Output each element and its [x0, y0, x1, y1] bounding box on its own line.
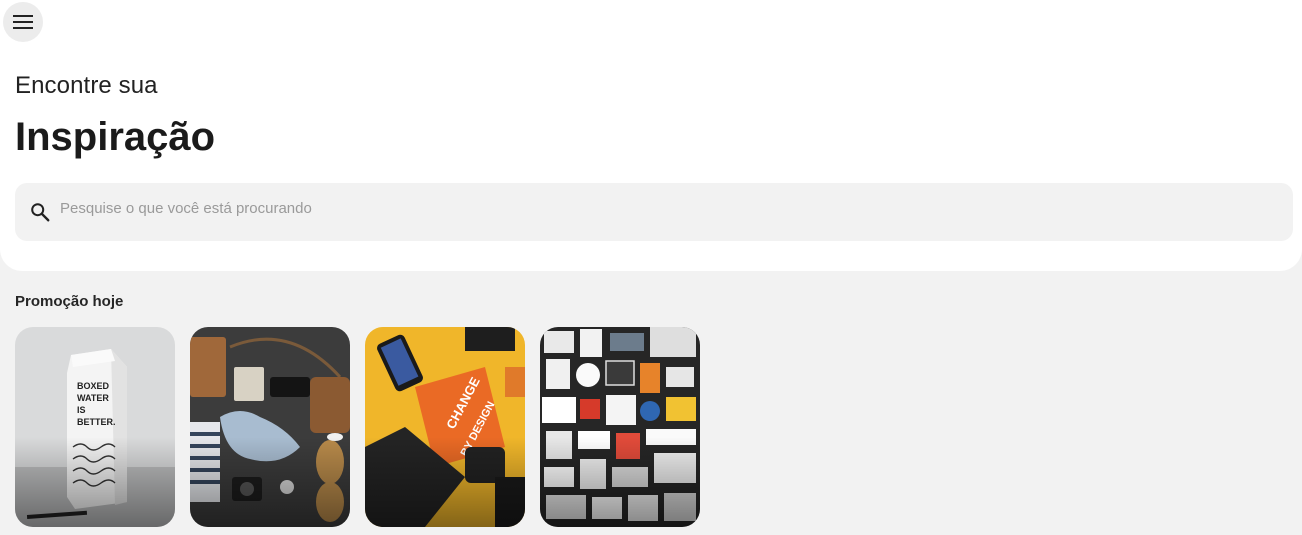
svg-text:BETTER.: BETTER. — [77, 417, 116, 427]
search-input[interactable] — [60, 183, 1270, 233]
stickers-image — [540, 327, 700, 527]
menu-icon — [13, 15, 33, 29]
boxed-water-image: BOXED WATER IS BETTER. — [15, 327, 175, 527]
accessories-image — [190, 327, 350, 527]
page-title: Inspiração — [15, 115, 216, 159]
menu-button[interactable] — [3, 2, 43, 42]
svg-text:WATER: WATER — [77, 393, 109, 403]
search-bar[interactable] — [15, 183, 1293, 241]
promotions-title: Promoção hoje — [15, 293, 124, 310]
promo-card-book[interactable]: CHANGE BY DESIGN — [365, 327, 525, 527]
page-subtitle: Encontre sua — [15, 72, 158, 99]
svg-text:BOXED: BOXED — [77, 381, 110, 391]
promotions-list: BOXED WATER IS BETTER. CHANGE BY DESIGN — [15, 327, 700, 527]
svg-text:IS: IS — [77, 405, 86, 415]
promo-card-boxed-water[interactable]: BOXED WATER IS BETTER. — [15, 327, 175, 527]
promo-card-accessories[interactable] — [190, 327, 350, 527]
search-icon — [31, 203, 50, 222]
book-image: CHANGE BY DESIGN — [365, 327, 525, 527]
header-panel: Encontre sua Inspiração — [0, 0, 1302, 271]
promo-card-stickers[interactable] — [540, 327, 700, 527]
